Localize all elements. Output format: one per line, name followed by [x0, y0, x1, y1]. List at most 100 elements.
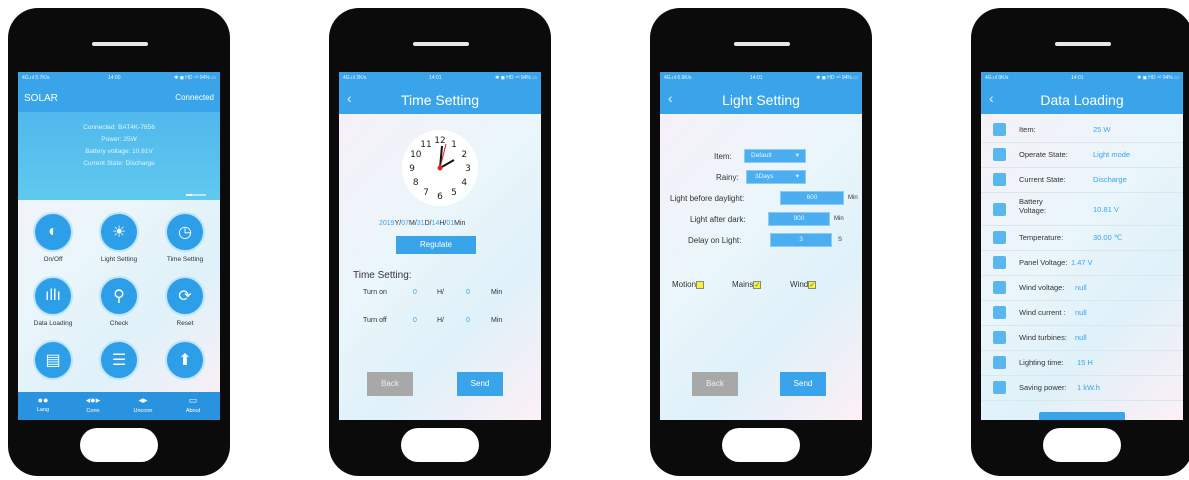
turn-on-minute[interactable]: 0 [466, 289, 470, 296]
home-button[interactable] [722, 428, 800, 462]
row-value: null [1075, 333, 1087, 342]
tile-on-off[interactable]: ◐ On/Off [20, 212, 86, 263]
row-icon [993, 231, 1006, 244]
app-header: SOLAR Connected [18, 84, 220, 112]
clock-numeral: 9 [409, 164, 415, 174]
row-icon [993, 256, 1006, 269]
status-icons: ✱ ◼ HD ⁴ᴳ 94% ▭ [495, 75, 537, 81]
tile-upload[interactable]: ⬆ [152, 340, 218, 380]
document-icon: ▤ [33, 340, 73, 380]
home-button[interactable] [401, 428, 479, 462]
status-icons: ✱ ◼ HD ⁴ᴳ 94% ▭ [174, 75, 216, 81]
tab-label: Conn [86, 408, 100, 414]
month-unit: M/ [409, 220, 417, 227]
motion-checkbox[interactable] [696, 280, 705, 289]
turn-on-hour[interactable]: 0 [413, 289, 417, 296]
data-row: Battery Voltage: 10.81 V [981, 193, 1183, 226]
tab-lang[interactable]: ●● Lang [18, 395, 68, 413]
row-key: Current State: [1019, 175, 1066, 184]
phone-4: 4G.ııl 9K/s 14:01 ✱ ◼ HD ⁴ᴳ 94% ▭ ‹ Data… [971, 8, 1189, 476]
tile-reset[interactable]: ⟳ Reset [152, 276, 218, 327]
banner-line: Power: 25W [101, 136, 137, 143]
sun-icon: ☀ [99, 212, 139, 252]
mains-checkbox[interactable]: ✓ [753, 280, 762, 289]
tile-check[interactable]: ⚲ Check [86, 276, 152, 327]
tab-label: Unconn [133, 408, 153, 414]
year-value[interactable]: 2019 [379, 220, 395, 227]
item-select[interactable]: Default ▾ [744, 149, 806, 163]
before-daylight-input[interactable]: 600 [780, 191, 844, 205]
after-dark-unit: Min [834, 216, 844, 222]
send-button[interactable]: Send [457, 372, 503, 396]
carrier: 4G.ııl 6.9K/s [664, 75, 692, 81]
section-heading: Time Setting: [353, 270, 412, 281]
turn-off-hour[interactable]: 0 [413, 317, 417, 324]
home-button[interactable] [80, 428, 158, 462]
tab-conn[interactable]: ◂●▸ Conn [68, 395, 118, 414]
carrier: 4G.ııl 5.7K/s [22, 75, 50, 81]
clock-numeral: 10 [410, 150, 422, 160]
motion-option: Motion [672, 280, 705, 289]
before-daylight-unit: Min [848, 195, 858, 201]
tab-about[interactable]: ▭ About [168, 395, 218, 414]
tab-label: About [185, 408, 201, 414]
date-readout: 2019Y/07M/31D/14H/01Min [379, 220, 465, 227]
clock-face-icon: 12 12 3 45678 9 1011 [409, 136, 471, 202]
data-row: Lighting time: 15 H [981, 351, 1183, 376]
back-button[interactable]: Back [692, 372, 738, 396]
data-row: Operate State: Light mode [981, 143, 1183, 168]
info-banner: Connected: BAT4K-7856 Power: 25W Battery… [18, 112, 220, 200]
tile-light-setting[interactable]: ☀ Light Setting [86, 212, 152, 263]
analog-clock[interactable]: 12 1 2 3 4 5 6 7 8 9 10 11 [402, 130, 478, 206]
status-icons: ✱ ◼ HD ⁴ᴳ 94% ▭ [816, 75, 858, 81]
row-icon [993, 356, 1006, 369]
clock-numeral: 12 [434, 136, 445, 146]
tile-list[interactable]: ☰ [86, 340, 152, 380]
tile-label: Reset [176, 320, 194, 327]
phone-3: 4G.ııl 6.9K/s 14:01 ✱ ◼ HD ⁴ᴳ 94% ▭ ‹ Li… [650, 8, 872, 476]
rainy-select[interactable]: 3Days ▾ [746, 170, 806, 184]
dropdown-arrow-icon: ▾ [795, 152, 799, 159]
reset-icon: ⟳ [165, 276, 205, 316]
data-row: Saving power: 1 kW.h [981, 376, 1183, 401]
tab-unconn[interactable]: ◂▸ Unconn [118, 395, 168, 414]
title-bar: ‹ Data Loading [981, 84, 1183, 114]
delay-input[interactable]: 3 [770, 233, 832, 247]
connection-status: Connected [175, 93, 214, 102]
row-icon [993, 123, 1006, 136]
status-bar: 4G.ııl 5.7K/s 14:00 ✱ ◼ HD ⁴ᴳ 94% ▭ [18, 72, 220, 84]
chat-icon: ●● [37, 395, 49, 405]
action-button[interactable] [1039, 412, 1125, 420]
tile-label: Check [109, 320, 129, 327]
status-bar: 4G.ııl 6.9K/s 14:01 ✱ ◼ HD ⁴ᴳ 94% ▭ [660, 72, 862, 84]
row-key: Item: [1019, 125, 1036, 134]
row-key: Wind voltage: [1019, 283, 1065, 292]
title-bar: ‹ Time Setting [339, 84, 541, 114]
clock-numeral: 1 [451, 140, 457, 150]
wind-label: Wind [790, 280, 809, 289]
row-icon [993, 203, 1006, 216]
delay-label: Delay on Light: [688, 236, 742, 245]
wind-checkbox[interactable]: ✓ [808, 280, 817, 289]
wind-option: Wind✓ [790, 280, 817, 289]
day-unit: D/ [424, 220, 432, 227]
tile-label: Light Setting [100, 256, 138, 263]
tile-document[interactable]: ▤ [20, 340, 86, 380]
tile-data-loading[interactable]: ıllı Data Loading [20, 276, 86, 327]
after-dark-input[interactable]: 900 [768, 212, 830, 226]
turn-off-label: Turn off [363, 317, 387, 324]
tile-time-setting[interactable]: ◷ Time Setting [152, 212, 218, 263]
send-button[interactable]: Send [780, 372, 826, 396]
before-daylight-label: Light before daylight: [670, 194, 745, 203]
back-button[interactable]: Back [367, 372, 413, 396]
day-value[interactable]: 31 [417, 220, 425, 227]
month-value[interactable]: 07 [401, 220, 409, 227]
turn-off-minute[interactable]: 0 [466, 317, 470, 324]
upload-icon: ⬆ [165, 340, 205, 380]
minute-value[interactable]: 01 [446, 220, 454, 227]
row-icon [993, 173, 1006, 186]
phone-2: 4G.ııl 2K/s 14:01 ✱ ◼ HD ⁴ᴳ 94% ▭ ‹ Time… [329, 8, 551, 476]
speaker [413, 42, 469, 46]
regulate-button[interactable]: Regulate [396, 236, 476, 254]
home-button[interactable] [1043, 428, 1121, 462]
